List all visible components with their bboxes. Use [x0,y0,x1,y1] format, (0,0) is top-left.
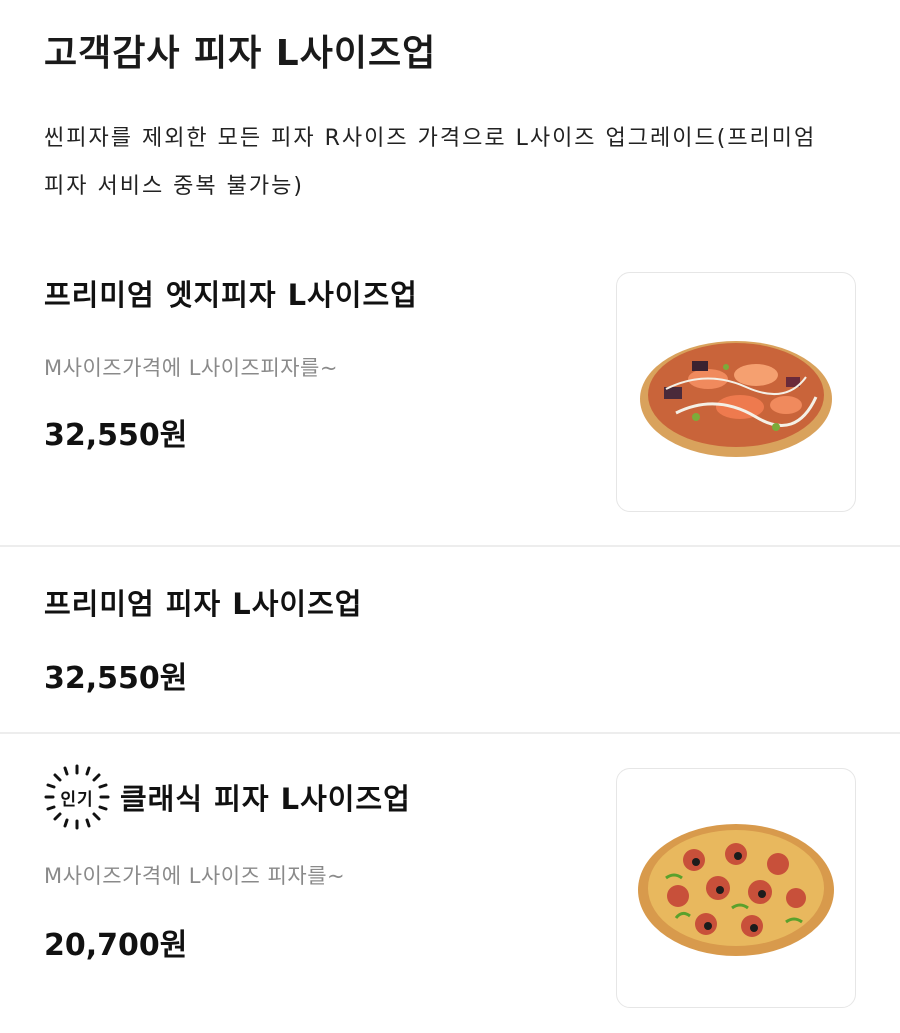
item-price: 32,550원 [44,661,188,696]
item-title: 프리미엄 엣지피자 L사이즈업 [44,272,418,314]
item-price: 20,700원 [44,928,188,963]
item-title: 인기 클래식 피자 L사이즈업 [44,764,411,830]
item-subtitle: M사이즈가격에 L사이즈피자를~ [44,356,338,380]
menu-item-premium-edge[interactable]: 프리미엄 엣지피자 L사이즈업 M사이즈가격에 L사이즈피자를~ 32,550원 [0,0,900,546]
item-subtitle: M사이즈가격에 L사이즈 피자를~ [44,864,346,888]
item-title: 프리미엄 피자 L사이즈업 [44,581,362,623]
item-price: 32,550원 [44,418,188,453]
popular-badge: 인기 [44,764,110,830]
item-title-text: 클래식 피자 L사이즈업 [120,782,411,816]
menu-item-premium[interactable]: 프리미엄 피자 L사이즈업 32,550원 [0,547,900,733]
pepperoni-pizza-icon [638,824,834,956]
seafood-pizza-icon [640,341,832,457]
item-title-text: 프리미엄 엣지피자 L사이즈업 [44,278,418,312]
item-title-text: 프리미엄 피자 L사이즈업 [44,587,363,621]
item-thumbnail[interactable] [616,768,856,1008]
item-thumbnail[interactable] [616,272,856,512]
menu-item-classic[interactable]: 인기 클래식 피자 L사이즈업 M사이즈가격에 L사이즈 피자를~ 20,700… [0,734,900,1033]
badge-label: 인기 [60,789,94,810]
